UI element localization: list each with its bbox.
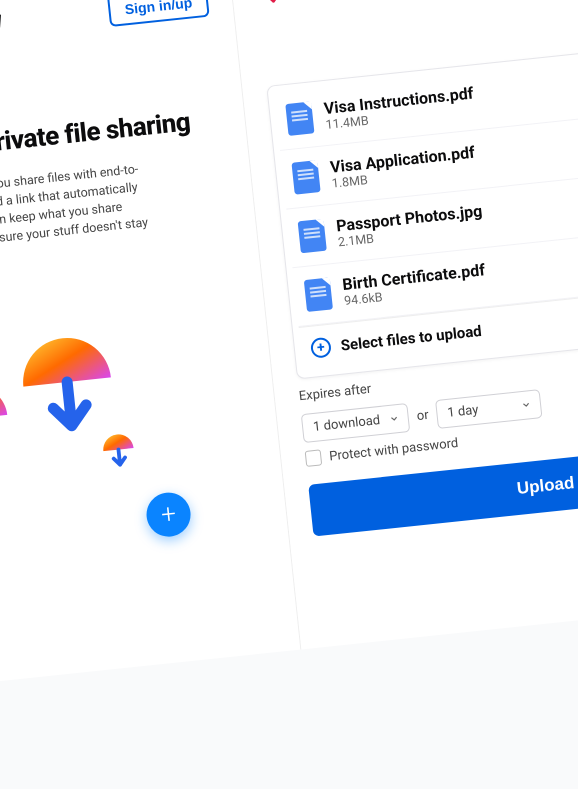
document-icon xyxy=(304,277,333,312)
brand-send: Send xyxy=(0,12,3,36)
document-icon xyxy=(298,219,327,254)
brand-logo: Firefox Send xyxy=(255,0,428,7)
add-button[interactable]: + xyxy=(144,490,192,538)
expires-downloads-select[interactable]: 1 download xyxy=(301,403,411,443)
document-icon xyxy=(291,160,320,195)
document-icon xyxy=(285,101,314,136)
file-list-card: Visa Instructions.pdf 11.4MB ✕ Visa Appl… xyxy=(266,37,578,380)
protect-password-checkbox[interactable] xyxy=(305,449,323,467)
sign-in-button[interactable]: Sign in/up xyxy=(107,0,209,27)
brand-firefox: Firefox xyxy=(295,0,371,1)
plus-circle-icon: + xyxy=(310,337,332,359)
hero-illustration: + xyxy=(0,321,199,569)
expires-time-select[interactable]: 1 day xyxy=(435,389,542,429)
or-label: or xyxy=(416,408,429,424)
firefox-send-icon xyxy=(255,0,290,7)
brand-logo: Firefox Send xyxy=(0,11,3,46)
expires-label: Expires after xyxy=(298,382,372,405)
protect-password-label: Protect with password xyxy=(329,435,459,463)
hero-title: Simple, private file sharing xyxy=(0,105,222,168)
hero-description: Firefox Send lets you share files with e… xyxy=(0,159,163,276)
plus-icon: + xyxy=(160,499,178,530)
